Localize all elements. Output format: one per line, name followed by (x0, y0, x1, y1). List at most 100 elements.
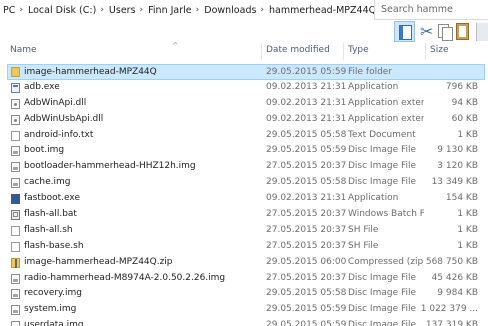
breadcrumb-chevron-icon[interactable]: › (140, 5, 144, 15)
disc-image-icon (11, 146, 20, 157)
column-divider[interactable] (425, 43, 426, 60)
file-row[interactable]: radio-hammerhead-M8974A-2.0.50.2.26.img 2… (0, 271, 488, 287)
file-type: Disc Image File (348, 288, 417, 299)
file-date-modified: 29.05.2015 05:59 (266, 320, 347, 326)
file-row[interactable]: bootloader-hammerhead-HHZ12h.img 27.05.20… (0, 159, 488, 175)
file-row[interactable]: fastboot.exe 09.02.2013 21:31 Application 1… (0, 191, 488, 207)
copy-icon[interactable] (436, 21, 453, 43)
file-date-modified: 09.02.2013 21:31 (266, 113, 347, 124)
file-name: AdbWinUsbApi.dll (24, 113, 104, 124)
file-size: 1 KB (457, 129, 478, 140)
file-name: adb.exe (24, 81, 60, 92)
disc-image-icon (11, 321, 20, 326)
breadcrumb-chevron-icon[interactable]: › (196, 5, 200, 15)
column-divider[interactable] (261, 43, 262, 60)
file-row[interactable]: flash-all.bat 27.05.2015 20:37 Windows Bat… (0, 207, 488, 223)
ribbon-toolbar: ✂ (390, 21, 488, 43)
exe-icon (11, 82, 20, 93)
file-date-modified: 27.05.2015 20:37 (266, 272, 347, 283)
file-name: flash-all.bat (24, 209, 77, 220)
file-type: SH File (348, 240, 379, 251)
file-row[interactable]: system.img 29.05.2015 05:59 Disc Image Fil… (0, 302, 488, 318)
file-size: 568 750 KB (425, 256, 478, 267)
file-row[interactable]: userdata.img 29.05.2015 05:59 Disc Image F… (0, 318, 488, 326)
file-date-modified: 29.05.2015 05:58 (266, 288, 347, 299)
file-date-modified: 29.05.2015 05:58 (266, 177, 347, 188)
file-row[interactable]: image-hammerhead-MPZ44Q.zip 29.05.2015 06… (0, 255, 488, 271)
breadcrumb-chevron-icon[interactable]: › (19, 5, 23, 15)
file-row[interactable]: AdbWinApi.dll 09.02.2013 21:31 Application… (0, 96, 488, 112)
address-bar[interactable]: PC › Local Disk (C:) › Users › Finn Jarl… (0, 0, 375, 20)
file-row[interactable]: recovery.img 29.05.2015 05:58 Disc Image F… (0, 286, 488, 302)
breadcrumb-downloads[interactable]: Downloads (204, 5, 256, 16)
file-type: Disc Image File (348, 320, 417, 326)
breadcrumb-chevron-icon[interactable]: › (100, 5, 104, 15)
file-type: Text Document (348, 129, 416, 140)
breadcrumb-chevron-icon[interactable]: › (260, 5, 264, 15)
file-row[interactable]: adb.exe 09.02.2013 21:31 Application 796 KB (0, 80, 488, 96)
file-type: Application (348, 81, 399, 92)
fastboot-icon (11, 194, 20, 205)
file-type: Disc Image File (348, 161, 417, 172)
file-type: Windows Batch File (348, 209, 424, 220)
file-row[interactable]: cache.img 29.05.2015 05:58 Disc Image File… (0, 175, 488, 191)
breadcrumb-user-folder[interactable]: Finn Jarle (148, 5, 192, 16)
column-header-size[interactable]: Size (430, 45, 448, 55)
file-date-modified: 27.05.2015 20:37 (266, 224, 347, 235)
file-size: 1 KB (457, 240, 478, 251)
file-list: image-hammerhead-MPZ44Q 29.05.2015 05:59 F… (0, 64, 488, 326)
file-size: 1 022 379 ... (420, 304, 478, 315)
file-date-modified: 29.05.2015 05:58 (266, 129, 347, 140)
file-name: image-hammerhead-MPZ44Q.zip (24, 256, 173, 267)
file-name: recovery.img (24, 288, 82, 299)
file-name: userdata.img (24, 320, 84, 326)
file-row[interactable]: boot.img 29.05.2015 05:59 Disc Image File 9… (0, 143, 488, 159)
dll-icon (11, 114, 20, 125)
column-header-name[interactable]: Name (10, 45, 37, 55)
file-date-modified: 29.05.2015 05:59 (266, 304, 347, 315)
search-input[interactable]: Search hamme (374, 0, 488, 20)
file-size: 13 349 KB (431, 177, 478, 188)
disc-image-icon (11, 162, 20, 173)
disc-image-icon (11, 178, 20, 189)
details-pane-icon[interactable] (394, 21, 415, 42)
breadcrumb-local-disk[interactable]: Local Disk (C:) (28, 5, 96, 16)
text-file-icon (11, 130, 20, 141)
file-name: radio-hammerhead-M8974A-2.0.50.2.26.img (24, 272, 226, 283)
breadcrumb-current-folder[interactable]: hammerhead-MPZ44Q (269, 5, 375, 16)
file-row[interactable]: AdbWinUsbApi.dll 09.02.2013 21:31 Applicat… (0, 112, 488, 128)
file-name: system.img (24, 304, 77, 315)
file-size: 94 KB (451, 97, 478, 108)
file-type: Disc Image File (348, 145, 417, 156)
file-row[interactable]: flash-all.sh 27.05.2015 20:37 SH File 1 KB (0, 223, 488, 239)
file-size: 9 130 KB (437, 145, 478, 156)
file-date-modified: 09.02.2013 21:31 (266, 97, 347, 108)
file-name: flash-all.sh (24, 224, 73, 235)
file-date-modified: 29.05.2015 05:59 (266, 67, 347, 77)
disc-image-icon (11, 289, 20, 300)
column-header-date-modified[interactable]: Date modified (266, 45, 330, 55)
file-date-modified: 29.05.2015 05:59 (266, 145, 347, 156)
file-name: boot.img (24, 145, 65, 156)
file-type: File folder (348, 67, 393, 77)
breadcrumb-pc[interactable]: PC (3, 5, 15, 16)
paste-icon[interactable] (455, 21, 471, 43)
cut-icon[interactable]: ✂ (420, 21, 434, 43)
file-size: 45 426 KB (431, 272, 478, 283)
zip-folder-icon (11, 257, 20, 268)
file-type: Compressed (zipp... (348, 256, 424, 267)
file-row[interactable]: android-info.txt 29.05.2015 05:58 Text Doc… (0, 128, 488, 144)
file-name: flash-base.sh (24, 240, 84, 251)
file-size: 9 984 KB (437, 288, 478, 299)
file-row[interactable]: image-hammerhead-MPZ44Q 29.05.2015 05:59 F… (7, 64, 485, 80)
column-divider[interactable] (343, 43, 344, 60)
file-type: Disc Image File (348, 177, 417, 188)
file-row[interactable]: flash-base.sh 27.05.2015 20:37 SH File 1 KB (0, 239, 488, 255)
file-size: 1 KB (457, 224, 478, 235)
breadcrumb-users[interactable]: Users (109, 5, 136, 16)
dll-icon (11, 98, 20, 109)
file-size: 796 KB (445, 81, 478, 92)
file-type: Application extens... (348, 113, 424, 124)
column-header-type[interactable]: Type (348, 45, 369, 55)
disc-image-icon (11, 273, 20, 284)
